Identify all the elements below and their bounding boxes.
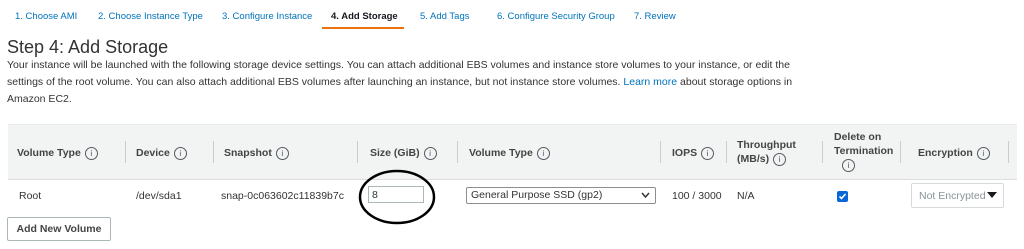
info-icon[interactable]: i [773, 152, 787, 166]
header-iops: IOPS i [672, 146, 715, 160]
info-icon[interactable]: i [173, 146, 187, 160]
header-ebs-volume-type: Volume Type i [469, 146, 550, 160]
row-snapshot: snap-0c063602c11839b7c [221, 190, 344, 202]
active-tab-underline [322, 27, 404, 29]
learn-more-link[interactable]: Learn more [623, 76, 677, 88]
info-icon[interactable]: i [976, 146, 990, 160]
encryption-value: Not Encrypted [919, 190, 986, 202]
header-snapshot: Snapshot i [224, 146, 289, 160]
row-device: /dev/sda1 [136, 190, 182, 202]
page-description: Your instance will be launched with the … [7, 57, 797, 108]
header-encryption: Encryption i [918, 146, 990, 160]
tab-configure-security-group[interactable]: 6. Configure Security Group [497, 11, 615, 22]
column-divider [726, 141, 727, 163]
header-throughput: Throughput (MB/s) i [737, 139, 796, 166]
column-divider [1008, 141, 1009, 163]
column-divider [457, 141, 458, 163]
row-throughput: N/A [737, 190, 755, 202]
tab-add-storage[interactable]: 4. Add Storage [331, 11, 398, 22]
check-icon [838, 193, 847, 200]
info-icon[interactable]: i [423, 146, 437, 160]
page-title: Step 4: Add Storage [7, 37, 169, 57]
volume-type-value: General Purpose SSD (gp2) [471, 189, 603, 201]
info-icon[interactable]: i [701, 146, 715, 160]
row-volume-type: Root [19, 190, 42, 202]
delete-on-termination-checkbox[interactable] [837, 191, 848, 202]
tab-configure-instance[interactable]: 3. Configure Instance [222, 11, 312, 22]
column-divider [357, 141, 358, 163]
column-divider [900, 141, 901, 163]
encryption-select[interactable]: Not Encrypted [911, 183, 1004, 208]
column-divider [213, 141, 214, 163]
header-device: Device i [136, 146, 187, 160]
add-new-volume-button[interactable]: Add New Volume [7, 217, 111, 241]
header-delete-on-termination: Delete on Termination i [834, 131, 894, 172]
info-icon[interactable]: i [275, 146, 289, 160]
tab-choose-ami[interactable]: 1. Choose AMI [15, 11, 77, 22]
chevron-down-icon [641, 188, 650, 204]
column-divider [125, 141, 126, 163]
size-input[interactable] [368, 186, 424, 203]
volume-type-select[interactable]: General Purpose SSD (gp2) [466, 187, 656, 204]
caret-down-icon [987, 192, 997, 198]
wizard-tabs: 1. Choose AMI 2. Choose Instance Type 3.… [0, 0, 1024, 30]
tab-add-tags[interactable]: 5. Add Tags [420, 11, 469, 22]
column-divider [660, 141, 661, 163]
info-icon[interactable]: i [536, 146, 550, 160]
header-volume-type: Volume Type i [17, 146, 98, 160]
tab-review[interactable]: 7. Review [634, 11, 676, 22]
info-icon[interactable]: i [84, 146, 98, 160]
tab-choose-instance-type[interactable]: 2. Choose Instance Type [98, 11, 203, 22]
column-divider [822, 141, 823, 163]
storage-table-header: Volume Type i Device i Snapshot i Size (GiB… [8, 124, 1017, 180]
header-size: Size (GiB) i [370, 146, 437, 160]
row-iops: 100 / 3000 [672, 190, 722, 202]
info-icon[interactable]: i [842, 158, 855, 172]
